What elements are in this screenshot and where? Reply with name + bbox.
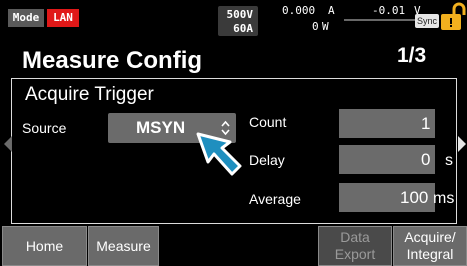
pointer-arrow-icon: [196, 132, 242, 176]
panel-title: Acquire Trigger: [25, 84, 154, 105]
page-number: 1/3: [397, 44, 427, 67]
average-unit: ms: [433, 190, 455, 207]
measure-button[interactable]: Measure: [88, 226, 159, 266]
data-export-line2: Export: [334, 246, 376, 262]
power-reading: 0: [312, 20, 319, 33]
source-label: Source: [22, 120, 67, 136]
average-value: 100: [400, 188, 429, 207]
count-value: 1: [421, 114, 431, 133]
count-label: Count: [249, 114, 287, 130]
delay-unit: s: [445, 152, 453, 169]
lock-icon: [452, 2, 466, 15]
page-title: Measure Config: [22, 47, 203, 74]
delay-label: Delay: [249, 152, 285, 168]
delay-value: 0: [421, 150, 431, 169]
current-reading-unit: A: [328, 4, 335, 17]
acquire-line1: Acquire/: [404, 229, 456, 245]
source-value: MSYN: [136, 118, 186, 137]
warning-button[interactable]: [441, 14, 461, 30]
data-export-button[interactable]: Data Export: [318, 226, 392, 266]
lan-badge: LAN: [47, 9, 79, 27]
setpoint-box: 500V 60A: [218, 6, 258, 36]
mode-badge[interactable]: Mode: [8, 9, 44, 27]
average-label: Average: [249, 191, 301, 207]
current-setpoint: 60A: [233, 22, 253, 35]
warning-icon: [450, 18, 452, 27]
left-arrow-icon[interactable]: [4, 136, 12, 152]
current-reading: 0.000: [282, 4, 316, 17]
power-unit: W: [322, 20, 329, 33]
acquire-line2: Integral: [406, 246, 454, 262]
voltage-reading: -0.01: [372, 4, 406, 17]
data-export-line1: Data: [340, 229, 370, 245]
sync-button[interactable]: Sync: [415, 14, 439, 28]
right-arrow-icon[interactable]: [458, 136, 466, 152]
voltage-setpoint: 500V: [226, 8, 254, 21]
home-button[interactable]: Home: [2, 226, 87, 266]
acquire-integral-button[interactable]: Acquire/ Integral: [393, 226, 467, 266]
